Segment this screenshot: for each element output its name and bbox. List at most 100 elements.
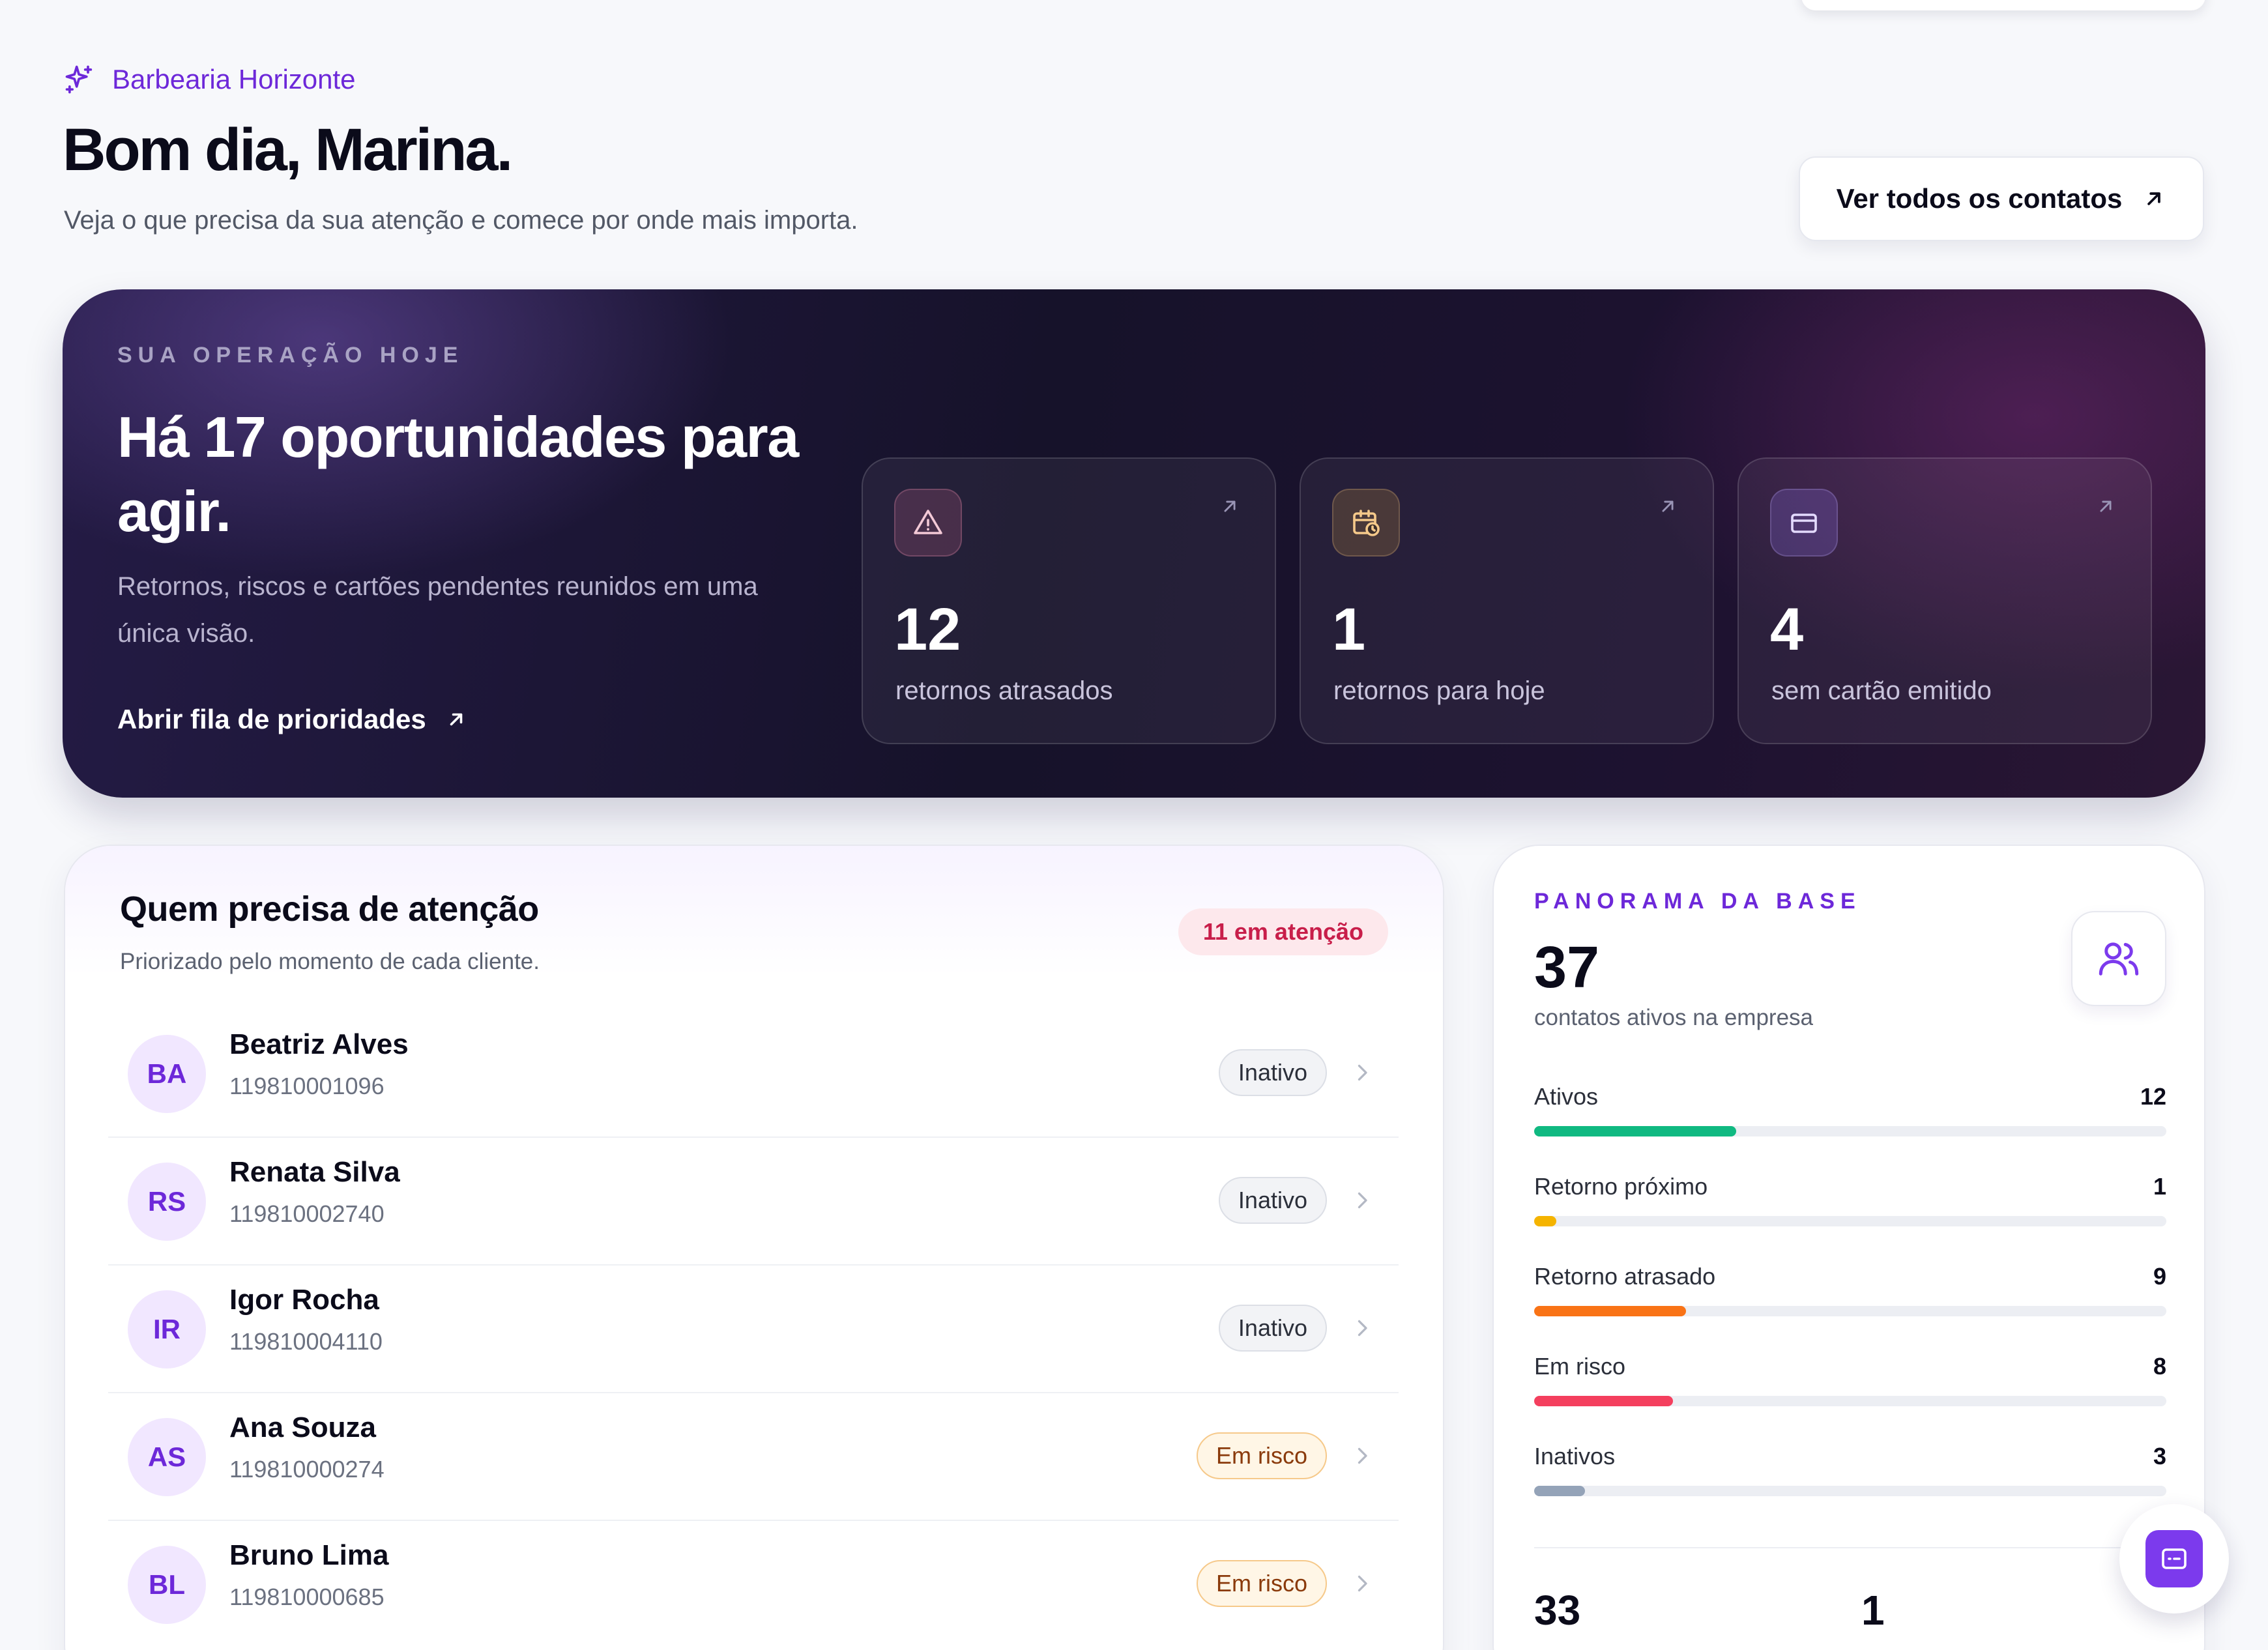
metric-track [1534, 1126, 2166, 1136]
avatar: BL [128, 1546, 206, 1624]
open-priority-queue-link[interactable]: Abrir fila de prioridades [117, 704, 468, 735]
sparkles-icon [65, 65, 93, 94]
metric-track [1534, 1396, 2166, 1406]
attention-count-badge: 11 em atenção [1178, 908, 1388, 955]
stat-icon-box [1332, 489, 1400, 557]
metric-fill [1534, 1126, 1737, 1136]
status-badge: Em risco [1196, 1432, 1327, 1479]
arrow-up-right-icon [1662, 500, 1674, 512]
view-all-contacts-button[interactable]: Ver todos os contatos [1799, 156, 2204, 241]
stat-label: retornos para hoje [1333, 676, 1545, 705]
stat-card-no-card-issued[interactable]: 4 sem cartão emitido [1737, 457, 2152, 744]
overview-secondary-stat: 1 [1861, 1587, 1885, 1634]
contact-name: Igor Rocha [229, 1284, 379, 1316]
metric-fill [1534, 1216, 1556, 1226]
operations-hero: SUA OPERAÇÃO HOJE Há 17 oportunidades pa… [63, 289, 2205, 798]
chevron-right-icon [1358, 1192, 1367, 1209]
contact-phone: 119810002740 [229, 1200, 385, 1227]
hero-title: Há 17 oportunidades para agir. [117, 405, 799, 543]
metric-retorno-atrasado: Retorno atrasado 9 [1534, 1263, 2166, 1335]
stat-value: 12 [894, 596, 961, 663]
metric-track [1534, 1486, 2166, 1496]
metric-inativos: Inativos 3 [1534, 1443, 2166, 1514]
contact-name: Ana Souza [229, 1411, 376, 1443]
metric-label: Retorno próximo [1534, 1173, 1708, 1200]
message-icon [2162, 1548, 2187, 1569]
divider [1534, 1547, 2166, 1548]
metric-value: 9 [2153, 1263, 2166, 1290]
stat-value: 1 [1332, 596, 1366, 663]
contacts-icon-button[interactable] [2071, 911, 2166, 1006]
overview-total: 37 [1534, 935, 1600, 1000]
contact-phone: 119810001096 [229, 1073, 385, 1099]
top-floating-card [1801, 0, 2205, 10]
metric-em-risco: Em risco 8 [1534, 1353, 2166, 1425]
fab-inner [2145, 1530, 2203, 1587]
metric-value: 3 [2153, 1443, 2166, 1469]
hero-eyebrow: SUA OPERAÇÃO HOJE [117, 343, 464, 368]
view-all-contacts-label: Ver todos os contatos [1836, 183, 2123, 214]
metric-value: 8 [2153, 1353, 2166, 1380]
metric-track [1534, 1216, 2166, 1226]
chevron-right-icon [1358, 1447, 1367, 1464]
open-priority-queue-label: Abrir fila de prioridades [117, 704, 426, 734]
stat-label: retornos atrasados [895, 676, 1113, 705]
base-overview-panel: PANORAMA DA BASE 37 contatos ativos na e… [1492, 845, 2205, 1650]
page-subtitle: Veja o que precisa da sua atenção e come… [64, 206, 858, 235]
metric-value: 12 [2140, 1083, 2166, 1110]
dashboard-page: Barbearia Horizonte Bom dia, Marina. Vej… [0, 0, 2268, 1650]
brand: Barbearia Horizonte [63, 63, 356, 96]
metric-retorno-proximo: Retorno próximo 1 [1534, 1173, 2166, 1245]
contact-name: Beatriz Alves [229, 1028, 409, 1060]
overview-eyebrow: PANORAMA DA BASE [1534, 889, 1861, 914]
contact-phone: 119810004110 [229, 1328, 383, 1355]
stat-icon-box [894, 489, 962, 557]
page-title: Bom dia, Marina. [63, 117, 513, 183]
users-icon [2099, 942, 2139, 976]
status-badge: Em risco [1196, 1560, 1327, 1607]
metric-label: Retorno atrasado [1534, 1263, 1716, 1290]
attention-row[interactable]: BL Bruno Lima 119810000685 Em risco [108, 1521, 1399, 1649]
avatar: RS [128, 1163, 206, 1241]
stat-card-overdue-returns[interactable]: 12 retornos atrasados [862, 457, 1276, 744]
overview-secondary-stat: 33 [1534, 1587, 1581, 1634]
credit-card-icon [1791, 514, 1817, 533]
arrow-up-right-icon [1224, 500, 1236, 512]
metric-fill [1534, 1486, 1585, 1496]
contact-phone: 119810000685 [229, 1584, 385, 1610]
contact-name: Bruno Lima [229, 1539, 389, 1571]
contact-name: Renata Silva [229, 1156, 400, 1188]
chevron-right-icon [1358, 1575, 1367, 1592]
avatar: BA [128, 1035, 206, 1113]
avatar: IR [128, 1290, 206, 1368]
avatar: AS [128, 1418, 206, 1496]
chevron-right-icon [1358, 1320, 1367, 1337]
metric-track [1534, 1306, 2166, 1316]
stat-card-returns-today[interactable]: 1 retornos para hoje [1300, 457, 1714, 744]
overview-total-label: contatos ativos na empresa [1534, 1005, 1814, 1030]
arrow-up-right-icon [450, 713, 463, 726]
stat-label: sem cartão emitido [1771, 676, 1992, 705]
attention-row[interactable]: AS Ana Souza 119810000274 Em risco [108, 1393, 1399, 1521]
metric-label: Em risco [1534, 1353, 1626, 1380]
status-badge: Inativo [1218, 1305, 1327, 1352]
brand-name: Barbearia Horizonte [112, 64, 356, 94]
metric-ativos: Ativos 12 [1534, 1083, 2166, 1155]
attention-row[interactable]: BA Beatriz Alves 119810001096 Inativo [108, 1010, 1399, 1138]
calendar-clock-icon [1353, 510, 1380, 536]
attention-subtitle: Priorizado pelo momento de cada cliente. [120, 949, 540, 974]
attention-list: BA Beatriz Alves 119810001096 Inativo RS… [108, 1010, 1399, 1649]
attention-row[interactable]: IR Igor Rocha 119810004110 Inativo [108, 1266, 1399, 1393]
attention-row[interactable]: RS Renata Silva 119810002740 Inativo [108, 1138, 1399, 1266]
chat-fab-button[interactable] [2119, 1504, 2229, 1614]
metric-value: 1 [2153, 1173, 2166, 1200]
metric-label: Ativos [1534, 1083, 1599, 1110]
metric-label: Inativos [1534, 1443, 1616, 1469]
warning-icon [914, 510, 942, 534]
stat-icon-box [1770, 489, 1838, 557]
status-badge: Inativo [1218, 1049, 1327, 1096]
arrow-up-right-icon [2147, 192, 2161, 205]
arrow-up-right-icon [2100, 500, 2112, 512]
chevron-right-icon [1358, 1064, 1367, 1081]
attention-panel: Quem precisa de atenção Priorizado pelo … [64, 845, 1444, 1650]
